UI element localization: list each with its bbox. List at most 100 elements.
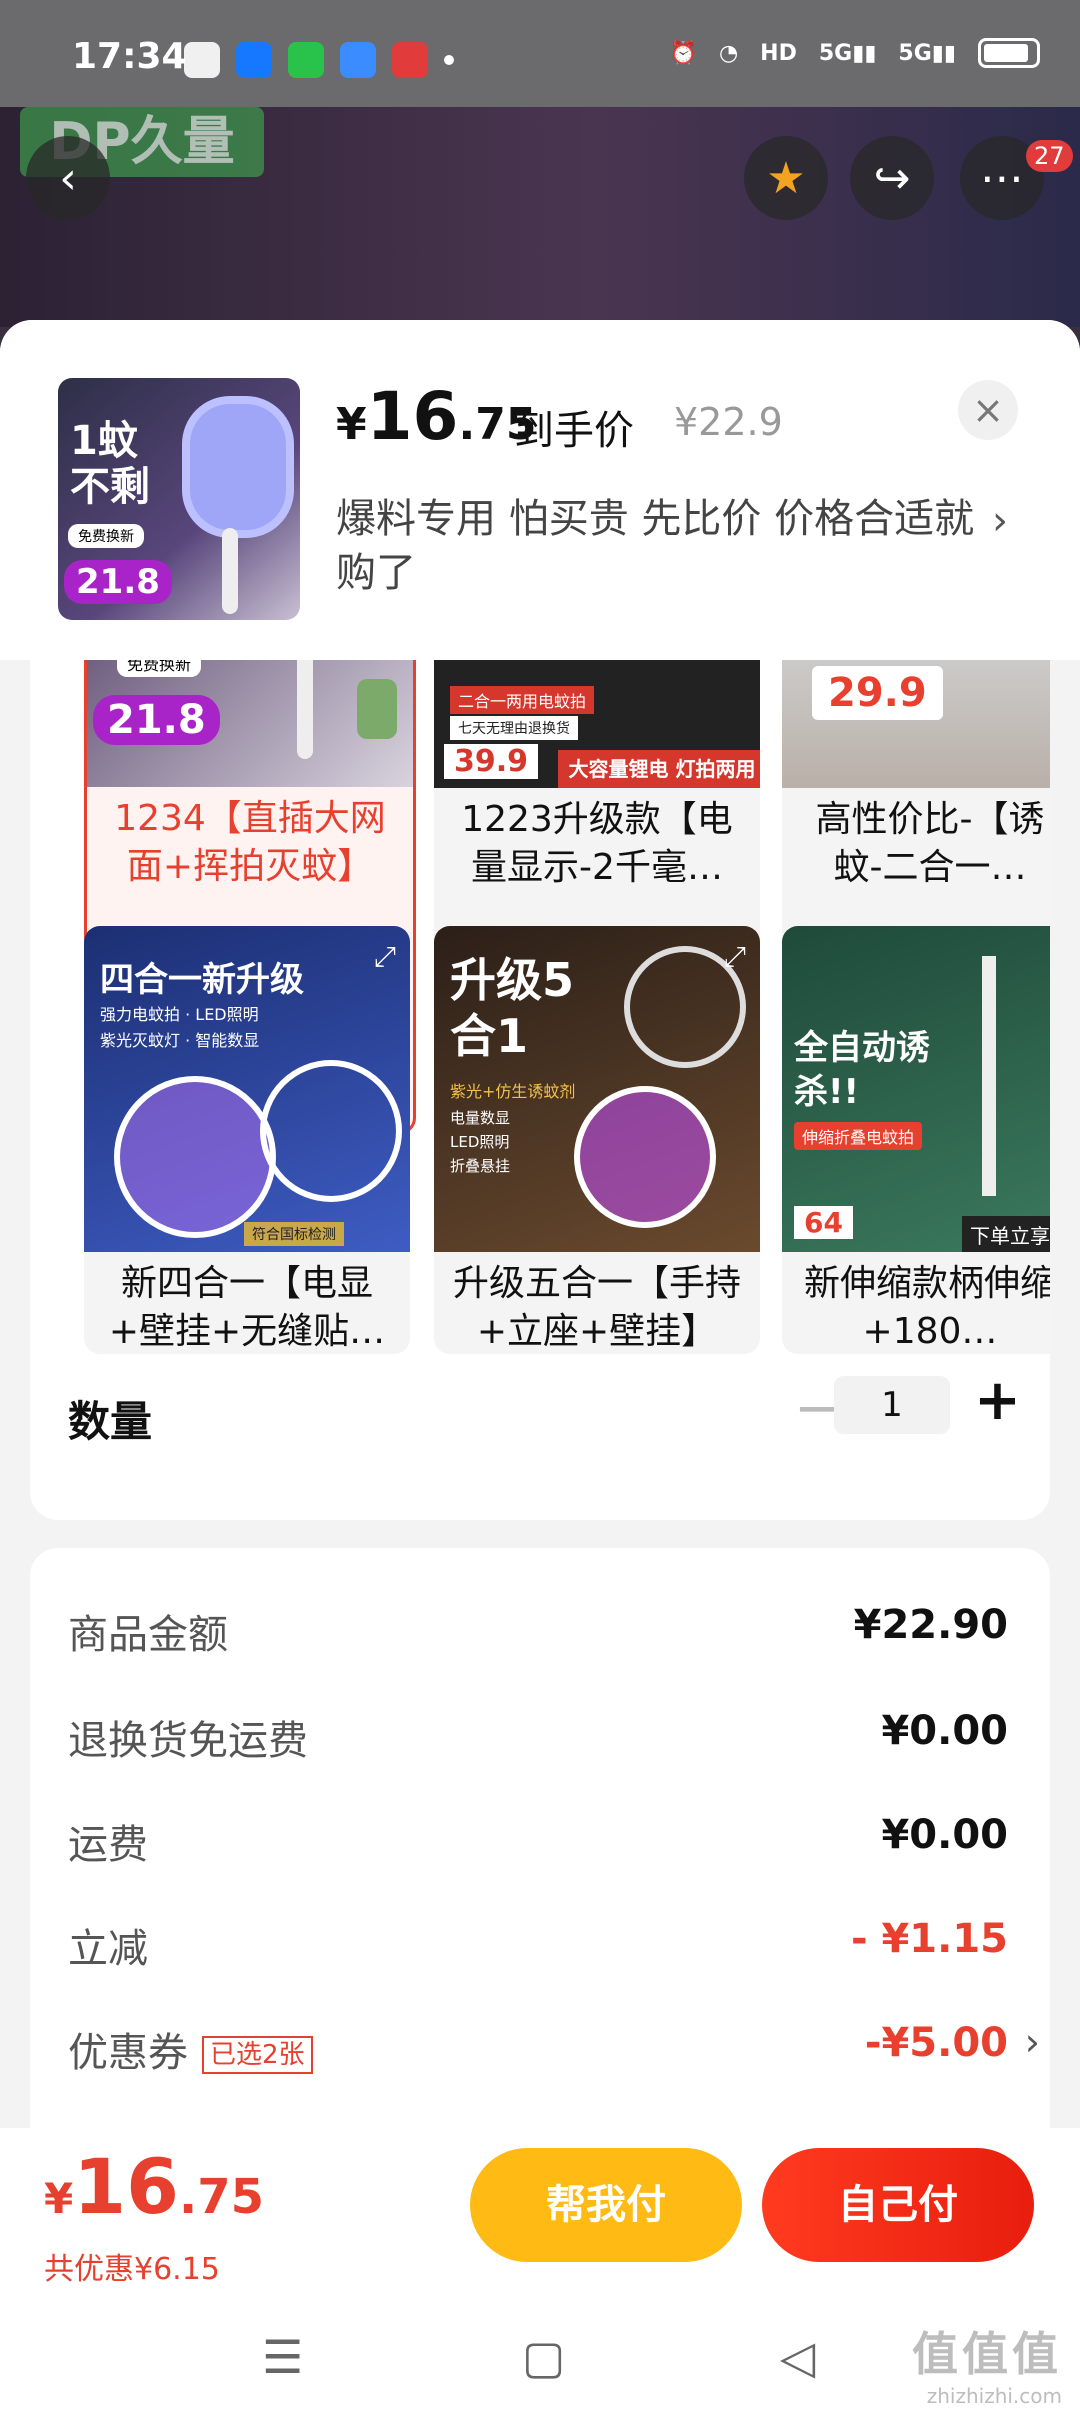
variant-banner: 四合一新升级 [100, 960, 304, 1000]
variant-card-6[interactable]: 全自动诱杀!! 伸缩折叠电蚊拍 64 下单立享 新伸缩款柄伸缩+180… [782, 926, 1050, 1354]
quantity-input[interactable]: 1 [834, 1376, 950, 1434]
back-nav-icon[interactable]: ◁ [780, 2330, 815, 2384]
plant-image [357, 679, 397, 739]
variant-label: 1223升级款【电量显示-2千毫… [461, 799, 733, 884]
variant-card-4[interactable]: 四合一新升级 强力电蚊拍 · LED照明 紫光灭蚊灯 · 智能数显 符合国标检测… [84, 926, 410, 1354]
summary-row-instant-discount: 立减 - ¥1.15 [68, 1916, 1008, 1986]
quantity-label: 数量 [68, 1397, 153, 1446]
purchase-sheet: 1蚊 不剩 免费换新 21.8 ¥16.75 到手价 ¥22.9 × 爆料专用 … [0, 320, 1080, 2412]
variant-image-1: 免费换新 21.8 [87, 660, 413, 787]
variant-promo-price: 21.8 [93, 695, 220, 745]
battery-icon [978, 38, 1040, 68]
expand-icon[interactable]: ⤢ [724, 940, 746, 974]
summary-label: 退换货免运费 [68, 1718, 308, 1764]
variant-label: 1234【直插大网面+挥拍灭蚊】 [114, 798, 386, 883]
variant-label: 新伸缩款柄伸缩+180… [803, 1263, 1050, 1348]
status-bar: 17:34 ⏰ ◔ HD 5G▮▮ 5G▮▮ [0, 0, 1080, 107]
hd-label: HD [760, 40, 797, 66]
status-time: 17:34 [72, 36, 187, 77]
sheet-header: 1蚊 不剩 免费换新 21.8 ¥16.75 到手价 ¥22.9 × 爆料专用 … [0, 320, 1080, 660]
summary-value: ¥0.00 [881, 1812, 1008, 1858]
back-arrow-icon: ‹ [59, 152, 77, 204]
variant-card-5[interactable]: 升级5合1 紫光+仿生诱蚊剂 电量数显 LED照明 折叠悬挂 ⤢ 升级五合一【手… [434, 926, 760, 1354]
menu-nav-icon[interactable]: ☰ [262, 2330, 303, 2384]
share-icon: ↪ [873, 152, 911, 204]
feature-item: 折叠悬挂 [450, 1157, 511, 1175]
variant-grid: 免费换新 21.8 1234【直插大网面+挥拍灭蚊】 二合一两用电蚊拍 七天无理… [30, 660, 1050, 1520]
wifi-icon: ◔ [718, 40, 739, 66]
summary-value: ¥0.00 [881, 1708, 1008, 1754]
variant-image-3: 29.9 [782, 660, 1050, 788]
pay-app-icon [392, 42, 428, 78]
telescopic-pole-image [982, 956, 996, 1196]
signal-5g-icon-2: 5G▮▮ [898, 40, 956, 66]
price-symbol: ¥ [336, 399, 367, 450]
variant-banner: 全自动诱杀!! [794, 1028, 930, 1112]
variant-image-6: 全自动诱杀!! 伸缩折叠电蚊拍 64 下单立享 [782, 926, 1050, 1252]
promo-description[interactable]: 爆料专用 怕买贵 先比价 价格合适就购了 [336, 492, 976, 600]
feature-item: 强力电蚊拍 [100, 1005, 181, 1024]
price-integer: 16 [73, 2142, 179, 2231]
total-saving: 共优惠¥6.15 [44, 2252, 220, 2287]
alipay-icon [236, 42, 272, 78]
price-decimal: .75 [179, 2169, 265, 2225]
cert-badge: 符合国标检测 [244, 1222, 344, 1246]
feature-item: LED照明 [450, 1133, 510, 1151]
variant-label: 高性价比-【诱蚊-二合一… [815, 799, 1045, 884]
feature-item: 电量数显 [450, 1109, 511, 1127]
variant-tag-3: 七天无理由退换货 [450, 716, 578, 740]
product-header-background: DP久量 [0, 107, 1080, 327]
favorite-button[interactable]: ★ [744, 136, 828, 220]
summary-row-coupon[interactable]: 优惠券 已选2张 -¥5.00 › [68, 2020, 1040, 2090]
racket-image [182, 396, 294, 538]
wechat-icon [184, 42, 220, 78]
feature-list: 电量数显 LED照明 折叠悬挂 [450, 1106, 510, 1178]
thumb-headline-2: 不剩 [70, 464, 150, 510]
summary-value: ¥22.90 [853, 1602, 1008, 1648]
quantity-increase-button[interactable]: + [974, 1368, 1021, 1433]
summary-row-shipping: 运费 ¥0.00 [68, 1812, 1008, 1882]
help-me-pay-button[interactable]: 帮我付 [470, 2148, 742, 2262]
racket-image [114, 1076, 276, 1238]
variant-tag: 免费换新 [117, 660, 202, 677]
variant-promo-price: 29.9 [812, 666, 943, 720]
summary-label: 优惠券 [68, 2030, 188, 2076]
thumb-headline-1: 1蚊 [70, 418, 138, 464]
product-thumbnail[interactable]: 1蚊 不剩 免费换新 21.8 [58, 378, 300, 620]
share-button[interactable]: ↪ [850, 136, 934, 220]
back-button[interactable]: ‹ [26, 136, 110, 220]
close-icon: × [972, 388, 1004, 432]
variant-image-4: 四合一新升级 强力电蚊拍 · LED照明 紫光灭蚊灯 · 智能数显 符合国标检测… [84, 926, 410, 1252]
variant-sub-tag: 伸缩折叠电蚊拍 [794, 1122, 923, 1150]
thumb-promo-price: 21.8 [64, 560, 172, 604]
summary-row-return-shipping: 退换货免运费 ¥0.00 [68, 1708, 1008, 1778]
coupon-label-wrap: 优惠券 已选2张 [68, 2020, 313, 2078]
racket-image-2 [260, 1060, 402, 1202]
summary-value: - ¥1.15 [850, 1916, 1008, 1962]
watermark: 值值值 zhizhizhi.com [912, 2318, 1062, 2408]
summary-row-goods: 商品金额 ¥22.90 [68, 1602, 1008, 1672]
feature-item: 紫光+仿生诱蚊剂 [450, 1082, 576, 1101]
home-nav-icon[interactable]: ▢ [522, 2330, 565, 2384]
status-app-icons [184, 42, 454, 78]
summary-label: 运费 [68, 1822, 148, 1868]
racket-image-2 [574, 1086, 716, 1228]
chevron-right-icon[interactable]: › [992, 498, 1008, 544]
expand-icon[interactable]: ⤢ [374, 940, 396, 974]
variant-image-2: 二合一两用电蚊拍 七天无理由退换货 39.9 大容量锂电 灯拍两用 [434, 660, 760, 788]
price-summary: 商品金额 ¥22.90 退换货免运费 ¥0.00 运费 ¥0.00 立减 - ¥… [30, 1548, 1050, 2198]
summary-label: 商品金额 [68, 1612, 228, 1658]
variant-banner: 升级5合1 [450, 953, 575, 1063]
final-price: ¥16.75 [336, 378, 536, 455]
price-symbol: ¥ [44, 2174, 74, 2223]
variant-image-5: 升级5合1 紫光+仿生诱蚊剂 电量数显 LED照明 折叠悬挂 ⤢ [434, 926, 760, 1252]
chevron-right-icon[interactable]: › [1025, 2020, 1040, 2064]
pay-myself-button[interactable]: 自己付 [762, 2148, 1034, 2262]
variant-label: 升级五合一【手持+立座+壁挂】 [452, 1263, 741, 1348]
watermark-url: zhizhizhi.com [926, 2384, 1062, 2408]
close-button[interactable]: × [958, 380, 1018, 440]
thumb-headline: 1蚊 不剩 [70, 418, 150, 510]
pay-total-price: ¥16.75 [44, 2142, 264, 2231]
notification-badge: 27 [1026, 140, 1073, 172]
summary-value: -¥5.00 [864, 2020, 1008, 2066]
